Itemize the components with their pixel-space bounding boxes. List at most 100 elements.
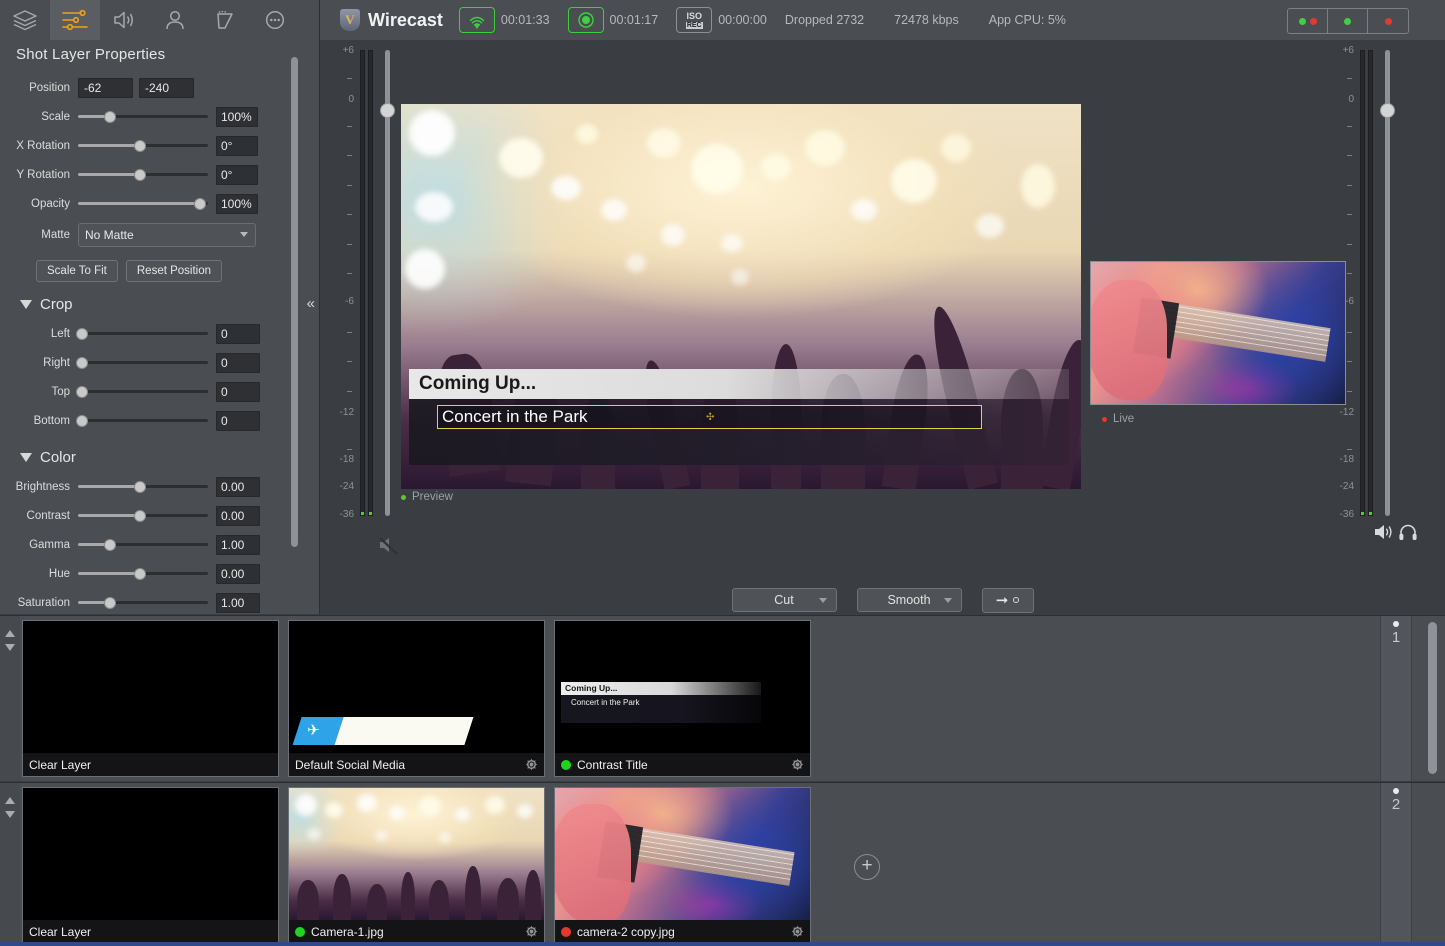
preview-audio-meter: +6 0 -6 -12 -18 -24 -36 <box>330 45 354 515</box>
saturation-value[interactable]: 1.00 <box>216 593 260 613</box>
layer-indicator-2[interactable]: 2 <box>1380 783 1412 946</box>
gear-icon[interactable] <box>525 758 538 771</box>
preview-audio-fader[interactable] <box>385 50 390 516</box>
go-button[interactable]: ➞ <box>982 588 1034 613</box>
transition-speed-select[interactable]: Smooth <box>857 588 962 612</box>
live-meter-right-channel <box>1368 50 1373 516</box>
bin-1-shot-list: Clear Layer ✈ Default Social Media <box>22 620 811 777</box>
shot-name: Default Social Media <box>295 758 519 772</box>
chevron-down-icon[interactable] <box>5 644 15 651</box>
headphones-icon[interactable] <box>1398 523 1418 546</box>
crop-bottom-slider[interactable] <box>78 411 208 431</box>
gear-icon[interactable] <box>791 925 804 938</box>
chevron-up-icon[interactable] <box>5 797 15 804</box>
preview-monitor[interactable]: Coming Up... Concert in the Park ✣ <box>401 104 1081 489</box>
speaker-icon[interactable] <box>1374 523 1394 546</box>
output-indicator-1[interactable] <box>1288 9 1328 33</box>
iso-label-top: ISO <box>686 12 703 21</box>
opacity-label: Opacity <box>0 198 78 210</box>
sliders-icon[interactable] <box>50 0 100 40</box>
crop-section-header[interactable]: Crop <box>0 282 319 319</box>
record-icon[interactable] <box>568 7 604 33</box>
add-shot-button-bin-2[interactable]: + <box>854 854 880 880</box>
crop-top-label: Top <box>0 386 78 398</box>
reset-position-button[interactable]: Reset Position <box>126 260 222 282</box>
crop-top-value[interactable]: 0 <box>216 382 260 402</box>
output-indicator-3[interactable] <box>1368 9 1408 33</box>
crop-left-slider[interactable] <box>78 324 208 344</box>
title-overlay[interactable]: Coming Up... Concert in the Park ✣ <box>409 369 1069 465</box>
social-lower-third-graphic: ✈ <box>292 717 473 745</box>
shot-camera-2-copy[interactable]: camera-2 copy.jpg <box>554 787 811 944</box>
hue-value[interactable]: 0.00 <box>216 564 260 584</box>
y-rotation-value[interactable]: 0° <box>216 165 258 185</box>
resize-handle-icon[interactable]: ✣ <box>706 412 714 423</box>
brightness-slider[interactable] <box>78 477 208 497</box>
more-icon[interactable] <box>250 0 300 40</box>
shot-bin-1: Clear Layer ✈ Default Social Media <box>0 615 1445 781</box>
gear-icon[interactable] <box>525 925 538 938</box>
speaker-muted-icon[interactable] <box>378 535 400 560</box>
layers-icon[interactable] <box>0 0 50 40</box>
layer-action-buttons: Scale To Fit Reset Position <box>0 252 319 282</box>
shot-clear-layer-2[interactable]: Clear Layer <box>22 787 279 944</box>
color-section-header[interactable]: Color <box>0 435 319 472</box>
audio-icon[interactable] <box>100 0 150 40</box>
scale-to-fit-button[interactable]: Scale To Fit <box>36 260 118 282</box>
shot-name: Clear Layer <box>29 925 272 939</box>
hue-slider[interactable] <box>78 564 208 584</box>
shot-clear-layer-1[interactable]: Clear Layer <box>22 620 279 777</box>
chevron-up-icon[interactable] <box>5 630 15 637</box>
person-icon[interactable] <box>150 0 200 40</box>
contrast-value[interactable]: 0.00 <box>216 506 260 526</box>
x-rotation-slider[interactable] <box>78 136 208 156</box>
position-row: Position <box>0 73 319 102</box>
shot-thumbnail <box>289 788 544 920</box>
live-monitor[interactable] <box>1090 261 1346 405</box>
title-text-input[interactable]: Concert in the Park ✣ <box>437 405 982 429</box>
opacity-slider[interactable] <box>78 194 208 214</box>
gamma-slider[interactable] <box>78 535 208 555</box>
transition-controls: Cut Smooth ➞ <box>320 585 1445 615</box>
output-indicator-2[interactable] <box>1328 9 1368 33</box>
iso-rec-icon[interactable]: ISO REC <box>676 7 712 33</box>
bin-1-scroll-arrows[interactable] <box>0 616 20 781</box>
opacity-value[interactable]: 100% <box>216 194 258 214</box>
shot-default-social-media[interactable]: ✈ Default Social Media <box>288 620 545 777</box>
position-y-input[interactable] <box>139 78 194 98</box>
gamma-value[interactable]: 1.00 <box>216 535 260 555</box>
crop-top-slider[interactable] <box>78 382 208 402</box>
crop-right-label: Right <box>0 357 78 369</box>
inspector-scrollbar[interactable] <box>291 57 298 547</box>
crop-bottom-value[interactable]: 0 <box>216 411 260 431</box>
broadcast-icon[interactable] <box>459 7 495 33</box>
position-x-input[interactable] <box>78 78 133 98</box>
layer-led-icon <box>1393 621 1399 627</box>
contrast-slider[interactable] <box>78 506 208 526</box>
brightness-label: Brightness <box>0 481 78 493</box>
shot-camera-1[interactable]: Camera-1.jpg <box>288 787 545 944</box>
transition-type-select[interactable]: Cut <box>732 588 837 612</box>
bin-1-scrollbar[interactable] <box>1428 622 1437 774</box>
live-audio-fader[interactable] <box>1385 50 1390 516</box>
crop-left-value[interactable]: 0 <box>216 324 260 344</box>
transition-type-value: Cut <box>774 593 793 607</box>
scale-slider[interactable] <box>78 107 208 127</box>
live-meter-left-channel <box>1360 50 1365 516</box>
chevron-down-icon[interactable] <box>5 811 15 818</box>
crop-right-slider[interactable] <box>78 353 208 373</box>
layer-indicator-1[interactable]: 1 <box>1380 616 1412 781</box>
chroma-key-icon[interactable] <box>200 0 250 40</box>
x-rotation-value[interactable]: 0° <box>216 136 258 156</box>
shot-contrast-title[interactable]: Coming Up... Concert in the Park Contras… <box>554 620 811 777</box>
scale-value[interactable]: 100% <box>216 107 258 127</box>
gear-icon[interactable] <box>791 758 804 771</box>
matte-select[interactable]: No Matte <box>78 223 256 247</box>
collapse-panel-button[interactable]: « <box>307 296 315 311</box>
y-rotation-slider[interactable] <box>78 165 208 185</box>
brightness-value[interactable]: 0.00 <box>216 477 260 497</box>
crop-right-value[interactable]: 0 <box>216 353 260 373</box>
shot-footer: Contrast Title <box>555 753 810 776</box>
saturation-slider[interactable] <box>78 593 208 613</box>
bin-2-scroll-arrows[interactable] <box>0 783 20 946</box>
